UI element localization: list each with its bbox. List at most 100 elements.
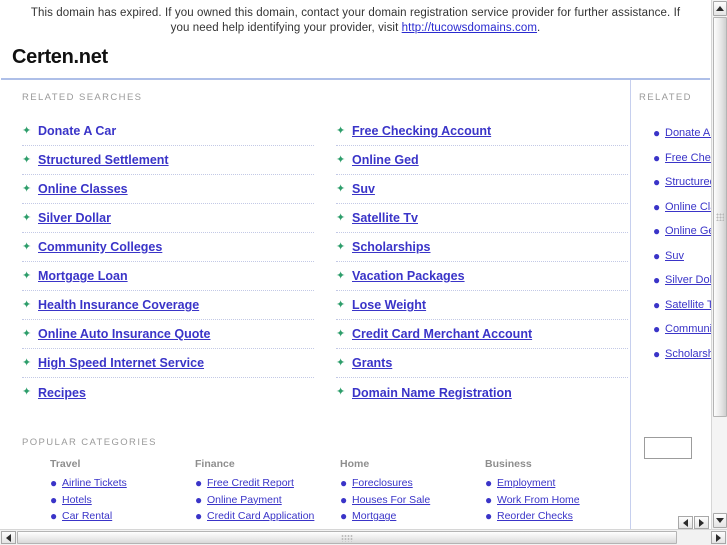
related-search-link[interactable]: Free Checking Account [352,124,491,138]
sidebar-search-box[interactable] [644,437,692,459]
sidebar-related-link[interactable]: Free Checking Account [665,152,711,164]
scroll-down-button[interactable] [713,513,727,528]
category-link[interactable]: Credit Card Application [207,510,314,522]
category-item[interactable]: ● Reorder Checks [485,508,630,525]
browser-horizontal-scrollbar[interactable] [0,529,727,545]
arrow-bullet-icon: ✦ [22,240,32,253]
related-search-link[interactable]: Community Colleges [38,240,162,254]
sidebar-related-item[interactable]: ● Donate A Car [653,121,711,146]
related-search-row[interactable]: ✦ Scholarships [336,233,628,262]
related-search-row[interactable]: ✦ Community Colleges [22,233,314,262]
related-search-row[interactable]: ✦ Suv [336,175,628,204]
related-search-row[interactable]: ✦ Vacation Packages [336,262,628,291]
related-search-row[interactable]: ✦ Free Checking Account [336,117,628,146]
search-input[interactable] [645,438,691,458]
inner-horizontal-scroll-buttons[interactable] [678,516,709,529]
related-search-row[interactable]: ✦ Grants [336,349,628,378]
related-search-row[interactable]: ✦ Credit Card Merchant Account [336,320,628,349]
related-search-row[interactable]: ✦ Health Insurance Coverage [22,291,314,320]
inner-scroll-left-button[interactable] [678,516,693,529]
related-search-row[interactable]: ✦ Donate A Car [22,117,314,146]
scroll-right-button[interactable] [711,531,726,544]
sidebar-related-link[interactable]: Online Ged [665,225,711,237]
sidebar-related-link[interactable]: Silver Dollar [665,274,711,286]
sidebar-related-link[interactable]: Suv [665,250,684,262]
scroll-left-button[interactable] [1,531,16,544]
horizontal-scrollbar-thumb[interactable] [17,531,677,544]
category-link[interactable]: Employment [497,477,555,489]
category-link[interactable]: Reorder Checks [497,510,573,522]
sidebar-related-item[interactable]: ● Suv [653,244,711,269]
related-search-link[interactable]: Satellite Tv [352,211,418,225]
category-link[interactable]: Hotels [62,494,92,506]
related-search-link[interactable]: Health Insurance Coverage [38,298,199,312]
sidebar-related-link[interactable]: Structured Settlement [665,176,711,188]
related-search-link[interactable]: Structured Settlement [38,153,169,167]
category-item[interactable]: ● Credit Card Application [195,508,340,525]
sidebar-related-link[interactable]: Online Classes [665,201,711,213]
category-link[interactable]: Mortgage [352,510,396,522]
sidebar-related-item[interactable]: ● Structured Settlement [653,170,711,195]
related-search-row[interactable]: ✦ Lose Weight [336,291,628,320]
sidebar-related-link[interactable]: Scholarships [665,348,711,360]
category-link[interactable]: Foreclosures [352,477,413,489]
browser-vertical-scrollbar[interactable] [711,0,727,529]
related-search-link[interactable]: Scholarships [352,240,431,254]
related-search-link[interactable]: Suv [352,182,375,196]
related-search-link[interactable]: Mortgage Loan [38,269,128,283]
category-link[interactable]: Airline Tickets [62,477,127,489]
category-item[interactable]: ● Airline Tickets [50,475,195,492]
related-search-row[interactable]: ✦ Domain Name Registration [336,378,628,407]
sidebar-related-item[interactable]: ● Silver Dollar [653,268,711,293]
sidebar-related-item[interactable]: ● Online Classes [653,195,711,220]
category-link[interactable]: Work From Home [497,494,580,506]
related-search-row[interactable]: ✦ Online Classes [22,175,314,204]
scroll-up-button[interactable] [713,1,727,16]
related-search-link[interactable]: Lose Weight [352,298,426,312]
sidebar-related-item[interactable]: ● Satellite Tv [653,293,711,318]
sidebar-related-item[interactable]: ● Free Checking Account [653,146,711,171]
tucows-domains-link[interactable]: http://tucowsdomains.com [402,22,537,34]
related-search-link[interactable]: Vacation Packages [352,269,465,283]
related-search-link[interactable]: High Speed Internet Service [38,356,204,370]
category-item[interactable]: ● Hotels [50,492,195,509]
sidebar-related-item[interactable]: ● Scholarships [653,342,711,367]
related-search-link[interactable]: Grants [352,356,392,370]
related-search-row[interactable]: ✦ Silver Dollar [22,204,314,233]
category-item[interactable]: ● Mortgage [340,508,485,525]
sidebar-related-link[interactable]: Satellite Tv [665,299,711,311]
related-search-row[interactable]: ✦ Structured Settlement [22,146,314,175]
related-search-link[interactable]: Credit Card Merchant Account [352,327,532,341]
related-search-row[interactable]: ✦ High Speed Internet Service [22,349,314,378]
category-item[interactable]: ● Car Rental [50,508,195,525]
category-item[interactable]: ● Employment [485,475,630,492]
related-search-link[interactable]: Online Classes [38,182,128,196]
sidebar-related-item[interactable]: ● Community Colleges [653,317,711,342]
category-link[interactable]: Online Payment [207,494,282,506]
category-link[interactable]: Houses For Sale [352,494,430,506]
related-search-link[interactable]: Donate A Car [38,124,116,138]
category-item[interactable]: ● Houses For Sale [340,492,485,509]
related-search-row[interactable]: ✦ Satellite Tv [336,204,628,233]
related-search-link[interactable]: Online Ged [352,153,419,167]
related-search-row[interactable]: ✦ Online Ged [336,146,628,175]
category-item[interactable]: ● Foreclosures [340,475,485,492]
sidebar-related-list: ● Donate A Car ● Free Checking Account ● Stru… [631,103,711,366]
category-item[interactable]: ● Work From Home [485,492,630,509]
inner-scroll-right-button[interactable] [694,516,709,529]
related-search-link[interactable]: Domain Name Registration [352,386,512,400]
sidebar-related-link[interactable]: Community Colleges [665,323,711,335]
sidebar-related-item[interactable]: ● Online Ged [653,219,711,244]
category-item[interactable]: ● Free Credit Report [195,475,340,492]
category-link[interactable]: Car Rental [62,510,112,522]
vertical-scrollbar-thumb[interactable] [713,17,727,417]
related-search-link[interactable]: Online Auto Insurance Quote [38,327,210,341]
sidebar-related-link[interactable]: Donate A Car [665,127,711,139]
related-search-link[interactable]: Recipes [38,386,86,400]
related-search-row[interactable]: ✦ Mortgage Loan [22,262,314,291]
category-link[interactable]: Free Credit Report [207,477,294,489]
related-search-row[interactable]: ✦ Online Auto Insurance Quote [22,320,314,349]
category-item[interactable]: ● Online Payment [195,492,340,509]
related-search-row[interactable]: ✦ Recipes [22,378,314,407]
related-search-link[interactable]: Silver Dollar [38,211,111,225]
